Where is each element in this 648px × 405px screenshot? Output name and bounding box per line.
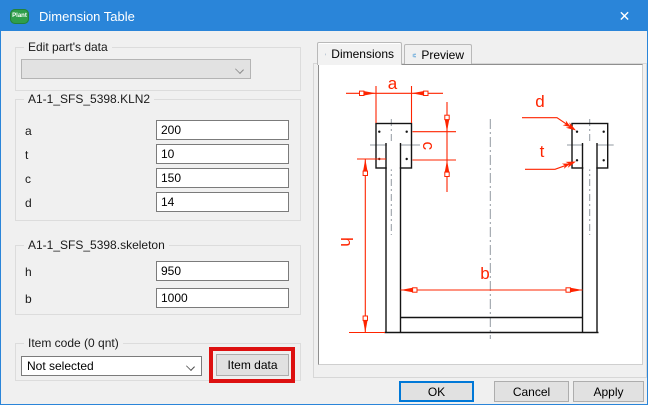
title-bar: Plant Dimension Table ✕ (1, 1, 647, 31)
window-title: Dimension Table (39, 9, 135, 24)
ok-button[interactable]: OK (399, 381, 474, 402)
preview-icon (412, 49, 416, 62)
tab-preview[interactable]: Preview (404, 44, 472, 65)
dim-label-t: t (540, 142, 545, 161)
right-plate-notch (583, 143, 596, 170)
skeleton-group-label: A1-1_SFS_5398.skeleton (24, 238, 169, 252)
dimensions-icon (325, 48, 326, 61)
centerlines (370, 119, 614, 339)
dim-label-h: h (337, 237, 356, 246)
edit-parts-data-combobox[interactable] (21, 59, 251, 79)
chevron-down-icon (186, 362, 195, 371)
apply-button[interactable]: Apply (573, 381, 644, 402)
tab-dimensions-label: Dimensions (331, 47, 394, 61)
input-b[interactable] (156, 288, 289, 308)
tab-dimensions[interactable]: Dimensions (317, 42, 402, 65)
kln2-group-label: A1-1_SFS_5398.KLN2 (24, 92, 154, 106)
dim-label-a: a (388, 74, 398, 93)
input-t[interactable] (156, 144, 289, 164)
tab-preview-label: Preview (421, 48, 464, 62)
close-icon[interactable]: ✕ (602, 1, 647, 31)
field-label-t: t (25, 148, 28, 162)
edit-parts-data-label: Edit part's data (24, 40, 112, 54)
dimension-arrowheads (360, 91, 583, 332)
dim-label-d: d (535, 92, 544, 111)
item-code-combobox-value: Not selected (27, 359, 94, 373)
field-label-a: a (25, 124, 32, 138)
input-h[interactable] (156, 261, 289, 281)
cancel-button[interactable]: Cancel (494, 381, 569, 402)
item-code-combobox[interactable]: Not selected (21, 356, 202, 376)
dimension-drawing: a c d t h b (319, 65, 642, 364)
dimension-labels: a c d t h b (337, 74, 545, 283)
dimensions-drawing-canvas: a c d t h b (318, 64, 643, 365)
input-c[interactable] (156, 168, 289, 188)
left-plate-notch (387, 143, 400, 170)
chevron-down-icon (235, 65, 244, 74)
frame-structure (376, 124, 608, 169)
field-label-b: b (25, 292, 32, 306)
dim-label-b: b (480, 264, 489, 283)
legs-and-beam (385, 143, 599, 333)
item-data-button[interactable]: Item data (216, 354, 289, 376)
dim-label-c: c (419, 141, 438, 150)
field-label-h: h (25, 265, 32, 279)
plant-app-icon: Plant (10, 9, 29, 24)
dimension-table-dialog: Plant Dimension Table ✕ Edit part's data… (0, 0, 648, 405)
item-code-group-label: Item code (0 qnt) (24, 336, 123, 350)
field-label-c: c (25, 172, 31, 186)
input-a[interactable] (156, 120, 289, 140)
input-d[interactable] (156, 192, 289, 212)
field-label-d: d (25, 196, 32, 210)
